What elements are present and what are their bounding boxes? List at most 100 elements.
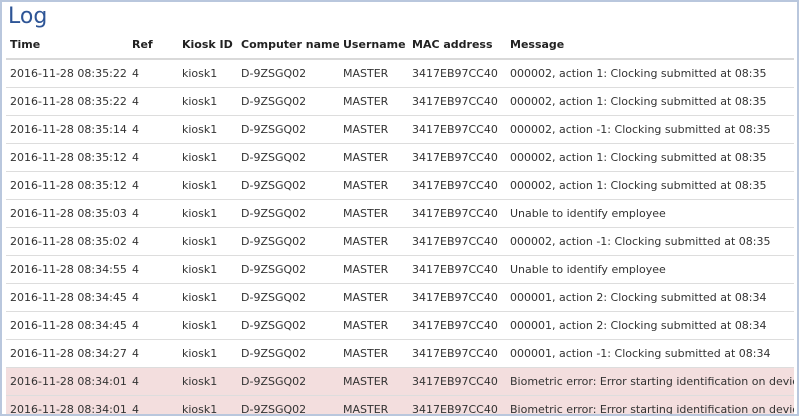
- cell-username: MASTER: [339, 227, 408, 256]
- cell-mac-address: 3417EB97CC40: [408, 255, 506, 284]
- cell-kiosk-id: kiosk1: [178, 255, 237, 284]
- cell-username: MASTER: [339, 255, 408, 284]
- table-row[interactable]: 2016-11-28 08:35:12 4 kiosk1 D-9ZSGQ02 MASTE…: [6, 143, 794, 172]
- cell-message: 000002, action 1: Clocking submitted at …: [506, 59, 794, 88]
- cell-time: 2016-11-28 08:34:55: [6, 255, 128, 284]
- cell-ref: 4: [128, 283, 178, 312]
- cell-ref: 4: [128, 395, 178, 414]
- column-header-time[interactable]: Time: [6, 30, 128, 60]
- cell-message: 000001, action -1: Clocking submitted at…: [506, 339, 794, 368]
- cell-ref: 4: [128, 199, 178, 228]
- table-row-error[interactable]: 2016-11-28 08:34:01 4 kiosk1 D-9ZSGQ02 MASTE…: [6, 367, 794, 396]
- cell-mac-address: 3417EB97CC40: [408, 143, 506, 172]
- cell-computer-name: D-9ZSGQ02: [237, 115, 339, 144]
- cell-ref: 4: [128, 87, 178, 116]
- cell-time: 2016-11-28 08:35:22: [6, 59, 128, 88]
- cell-message: 000002, action 1: Clocking submitted at …: [506, 143, 794, 172]
- cell-message: 000002, action 1: Clocking submitted at …: [506, 87, 794, 116]
- cell-message: 000001, action 2: Clocking submitted at …: [506, 311, 794, 340]
- cell-time: 2016-11-28 08:35:14: [6, 115, 128, 144]
- cell-ref: 4: [128, 227, 178, 256]
- log-panel: Log Time Ref Kiosk ID Computer name User…: [0, 0, 799, 416]
- cell-username: MASTER: [339, 171, 408, 200]
- cell-time: 2016-11-28 08:34:01: [6, 367, 128, 396]
- cell-kiosk-id: kiosk1: [178, 171, 237, 200]
- cell-computer-name: D-9ZSGQ02: [237, 367, 339, 396]
- cell-mac-address: 3417EB97CC40: [408, 171, 506, 200]
- cell-ref: 4: [128, 339, 178, 368]
- cell-computer-name: D-9ZSGQ02: [237, 311, 339, 340]
- cell-kiosk-id: kiosk1: [178, 283, 237, 312]
- cell-computer-name: D-9ZSGQ02: [237, 283, 339, 312]
- cell-kiosk-id: kiosk1: [178, 395, 237, 414]
- cell-computer-name: D-9ZSGQ02: [237, 227, 339, 256]
- cell-message: 000002, action 1: Clocking submitted at …: [506, 171, 794, 200]
- cell-mac-address: 3417EB97CC40: [408, 339, 506, 368]
- cell-time: 2016-11-28 08:35:12: [6, 171, 128, 200]
- cell-kiosk-id: kiosk1: [178, 143, 237, 172]
- cell-computer-name: D-9ZSGQ02: [237, 171, 339, 200]
- table-row[interactable]: 2016-11-28 08:35:03 4 kiosk1 D-9ZSGQ02 MASTE…: [6, 199, 794, 228]
- cell-ref: 4: [128, 255, 178, 284]
- cell-time: 2016-11-28 08:34:45: [6, 283, 128, 312]
- cell-username: MASTER: [339, 59, 408, 88]
- cell-mac-address: 3417EB97CC40: [408, 367, 506, 396]
- cell-kiosk-id: kiosk1: [178, 311, 237, 340]
- table-row-error[interactable]: 2016-11-28 08:34:01 4 kiosk1 D-9ZSGQ02 MASTE…: [6, 395, 794, 414]
- cell-message: 000001, action 2: Clocking submitted at …: [506, 283, 794, 312]
- cell-username: MASTER: [339, 283, 408, 312]
- cell-ref: 4: [128, 367, 178, 396]
- cell-message: Unable to identify employee: [506, 255, 794, 284]
- cell-time: 2016-11-28 08:34:27: [6, 339, 128, 368]
- table-row[interactable]: 2016-11-28 08:35:22 4 kiosk1 D-9ZSGQ02 MASTE…: [6, 87, 794, 116]
- cell-time: 2016-11-28 08:34:45: [6, 311, 128, 340]
- table-row[interactable]: 2016-11-28 08:34:55 4 kiosk1 D-9ZSGQ02 MASTE…: [6, 255, 794, 284]
- column-header-kiosk-id[interactable]: Kiosk ID: [178, 30, 237, 60]
- cell-computer-name: D-9ZSGQ02: [237, 143, 339, 172]
- cell-kiosk-id: kiosk1: [178, 339, 237, 368]
- cell-computer-name: D-9ZSGQ02: [237, 199, 339, 228]
- cell-mac-address: 3417EB97CC40: [408, 115, 506, 144]
- cell-mac-address: 3417EB97CC40: [408, 395, 506, 414]
- cell-username: MASTER: [339, 199, 408, 228]
- cell-ref: 4: [128, 143, 178, 172]
- cell-message: 000002, action -1: Clocking submitted at…: [506, 115, 794, 144]
- cell-computer-name: D-9ZSGQ02: [237, 87, 339, 116]
- cell-username: MASTER: [339, 143, 408, 172]
- cell-username: MASTER: [339, 115, 408, 144]
- table-row[interactable]: 2016-11-28 08:34:45 4 kiosk1 D-9ZSGQ02 MASTE…: [6, 311, 794, 340]
- cell-message: 000002, action -1: Clocking submitted at…: [506, 227, 794, 256]
- table-row[interactable]: 2016-11-28 08:35:12 4 kiosk1 D-9ZSGQ02 MASTE…: [6, 171, 794, 200]
- cell-ref: 4: [128, 115, 178, 144]
- cell-computer-name: D-9ZSGQ02: [237, 395, 339, 414]
- column-header-username[interactable]: Username: [339, 30, 408, 60]
- cell-kiosk-id: kiosk1: [178, 115, 237, 144]
- cell-username: MASTER: [339, 395, 408, 414]
- table-row[interactable]: 2016-11-28 08:35:14 4 kiosk1 D-9ZSGQ02 MASTE…: [6, 115, 794, 144]
- cell-time: 2016-11-28 08:35:02: [6, 227, 128, 256]
- column-header-ref[interactable]: Ref: [128, 30, 178, 60]
- cell-kiosk-id: kiosk1: [178, 227, 237, 256]
- cell-kiosk-id: kiosk1: [178, 199, 237, 228]
- table-header-row: Time Ref Kiosk ID Computer name Username…: [6, 30, 794, 60]
- column-header-mac-address[interactable]: MAC address: [408, 30, 506, 60]
- cell-computer-name: D-9ZSGQ02: [237, 255, 339, 284]
- cell-message: Biometric error: Error starting identifi…: [506, 395, 794, 414]
- cell-username: MASTER: [339, 311, 408, 340]
- cell-computer-name: D-9ZSGQ02: [237, 339, 339, 368]
- table-row[interactable]: 2016-11-28 08:34:45 4 kiosk1 D-9ZSGQ02 MASTE…: [6, 283, 794, 312]
- table-row[interactable]: 2016-11-28 08:35:22 4 kiosk1 D-9ZSGQ02 MASTE…: [6, 59, 794, 88]
- cell-kiosk-id: kiosk1: [178, 87, 237, 116]
- table-row[interactable]: 2016-11-28 08:34:27 4 kiosk1 D-9ZSGQ02 MASTE…: [6, 339, 794, 368]
- column-header-message[interactable]: Message: [506, 30, 794, 60]
- cell-time: 2016-11-28 08:34:01: [6, 395, 128, 414]
- cell-computer-name: D-9ZSGQ02: [237, 59, 339, 88]
- table-row[interactable]: 2016-11-28 08:35:02 4 kiosk1 D-9ZSGQ02 MASTE…: [6, 227, 794, 256]
- cell-ref: 4: [128, 59, 178, 88]
- cell-mac-address: 3417EB97CC40: [408, 311, 506, 340]
- cell-mac-address: 3417EB97CC40: [408, 87, 506, 116]
- cell-kiosk-id: kiosk1: [178, 367, 237, 396]
- column-header-computer-name[interactable]: Computer name: [237, 30, 339, 60]
- page-title: Log: [8, 4, 48, 29]
- cell-kiosk-id: kiosk1: [178, 59, 237, 88]
